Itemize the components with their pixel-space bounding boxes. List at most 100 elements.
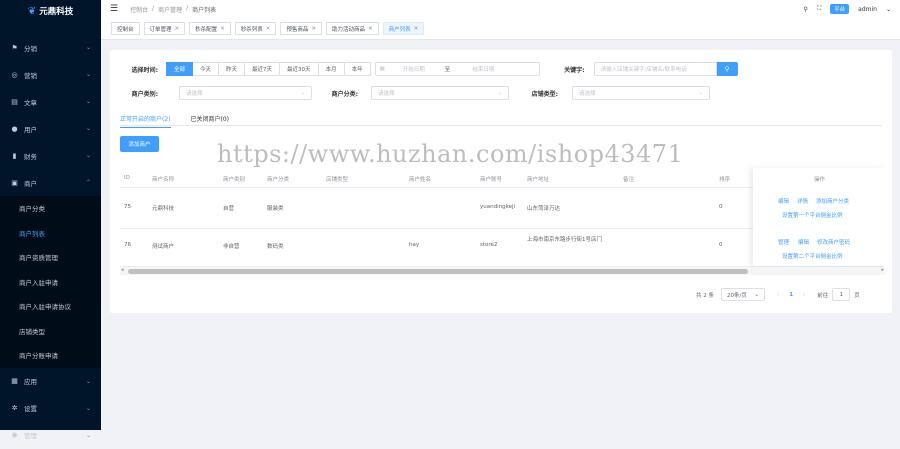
horizontal-scrollbar[interactable]: ◂ ▸ [120,267,885,275]
sidebar-item-distribution[interactable]: ⚑ 分销 ⌄ [0,34,101,61]
col-header: 排序 [719,177,731,183]
merchant-type-select[interactable]: 请选择 ⌄ [179,86,312,100]
commission-link[interactable]: 设置第二个平台佣金比例 [782,252,843,260]
range-year[interactable]: 本年 [344,62,371,76]
scroll-left-icon[interactable]: ◂ [121,267,124,273]
search-icon: ⚲ [724,65,730,73]
start-date[interactable]: 开始日期 [403,65,425,73]
goto-page-input[interactable]: 1 [832,288,851,301]
tag-merchant-list[interactable]: 商户列表 ✕ [382,22,425,35]
sidebar-item-merchant[interactable]: ▣ 商户 ⌃ [0,169,101,196]
store-type-select[interactable]: 请选择 ⌄ [572,86,710,100]
tag-console[interactable]: 控制台 [111,22,140,35]
cell-category: 数码类 [267,244,284,250]
detail-link[interactable]: 详情 [797,197,808,205]
submenu-item-active[interactable]: 商户列表 [0,221,101,246]
breadcrumb-item-current: 商户列表 [192,6,217,14]
tag-label: 秒杀配置 [195,26,218,33]
close-icon[interactable]: ✕ [311,26,316,32]
role-badge[interactable]: 平台 [830,4,850,14]
breadcrumb-item[interactable]: 商户管理 [158,5,182,14]
range-month[interactable]: 本月 [318,62,345,76]
commission-link[interactable]: 设置第一个平台佣金比例 [782,211,843,219]
category-select[interactable]: 请选择 ⌄ [371,86,509,100]
breadcrumb-item[interactable]: 控制台 [130,5,148,14]
cell-address: 山东菏泽万达 [527,206,561,212]
tag-seckill-list[interactable]: 秒杀列表 ✕ [234,22,277,35]
submenu-item[interactable]: 商户分账申请 [0,343,101,368]
edit-link[interactable]: 编辑 [778,197,789,205]
sidebar-item-finance[interactable]: ▮ 财务 ⌄ [0,142,101,169]
close-icon[interactable]: ✕ [266,26,271,32]
cell-type: 自营 [223,206,235,212]
range-7days[interactable]: 最近7天 [245,62,281,76]
submenu-item[interactable]: 商户入驻申请 [0,270,101,295]
submenu-item[interactable]: 商户分类 [0,196,101,221]
fullscreen-icon[interactable]: ⛶ [817,5,821,13]
prev-page-icon[interactable]: ‹ [777,292,779,298]
manage-link[interactable]: 管理 [778,238,789,246]
sidebar-item-article[interactable]: ▤ 文章 ⌄ [0,88,101,115]
next-page-icon[interactable]: › [803,292,805,298]
top-header: ☰ 控制台 / 商户管理 / 商户列表 ⚲ ⛶ 平台 admin ⌄ [101,0,900,18]
submenu-item[interactable]: 商户资质管理 [0,245,101,270]
close-icon[interactable]: ✕ [220,26,225,32]
cell-name: 元鼎科技 [152,206,175,212]
close-icon[interactable]: ✕ [414,26,419,32]
date-range-picker[interactable]: ▦ 开始日期 至 结束日期 [374,62,540,76]
scroll-right-icon[interactable]: ▸ [881,267,884,273]
edit-link[interactable]: 编辑 [798,238,809,246]
add-merchant-button[interactable]: 添加商户 [120,136,159,152]
chevron-down-icon: ⌄ [85,98,91,105]
close-icon[interactable]: ✕ [368,26,373,32]
scroll-thumb[interactable] [128,268,748,274]
sidebar-item-manage[interactable]: ◉ 管理 ⌄ [0,422,101,449]
col-header: ID [124,175,130,181]
end-date[interactable]: 结束日期 [472,65,494,73]
tag-seckill-config[interactable]: 秒杀配置 ✕ [189,22,231,35]
chevron-down-icon: ⌄ [85,71,91,78]
chevron-down-icon: ⌄ [85,404,91,412]
cell-id: 75 [124,204,131,210]
col-header: 商户名称 [152,177,175,183]
tags-view-bar: 控制台 订单管理 ✕ 秒杀配置 ✕ 秒杀列表 ✕ 预售商品 ✕ 助力活动商品 ✕ 商户列表… [101,18,900,40]
sidebar-item-apps[interactable]: ▦ 应用 ⌄ [0,368,101,395]
change-password-link[interactable]: 修改商户密码 [817,238,850,246]
keyword-input[interactable]: 请输入店铺关键字/店铺名/联系电话 [593,62,717,76]
submenu-item[interactable]: 店铺类型 [0,319,101,344]
menu-toggle-icon[interactable]: ☰ [110,4,118,14]
user-name[interactable]: admin [858,6,877,13]
tag-presale[interactable]: 预售商品 ✕ [280,22,323,35]
cell-address: 上海市南京东路步行街1号店门 [527,237,603,243]
sidebar-item-user[interactable]: ● 用户 ⌄ [0,115,101,142]
tag-assist[interactable]: 助力活动商品 ✕ [326,22,379,35]
range-30days[interactable]: 最近30天 [280,62,319,76]
sidebar-item-label: 设置 [24,405,37,413]
store-type-label: 店铺类型: [531,90,558,98]
range-today[interactable]: 今天 [193,62,220,76]
chevron-down-icon[interactable]: ⌄ [886,6,891,13]
page-size-select[interactable]: 20条/页 ⌄ [721,288,765,301]
search-button[interactable]: ⚲ [716,62,738,76]
date-separator: 至 [444,67,451,73]
range-yesterday[interactable]: 昨天 [219,62,246,76]
sidebar-item-label: 商户 [24,179,37,188]
sidebar-item-marketing[interactable]: ◎ 营销 ⌄ [0,61,101,88]
add-category-link[interactable]: 添加商户分类 [816,197,849,205]
calendar-icon: ▦ [379,66,385,72]
current-page[interactable]: 1 [789,292,793,298]
chevron-down-icon: ⌄ [85,125,91,132]
tag-orders[interactable]: 订单管理 ✕ [143,22,186,35]
range-all[interactable]: 全部 [166,62,194,76]
tag-label: 预售商品 [286,26,309,33]
chevron-down-icon: ⌄ [85,44,91,51]
search-icon[interactable]: ⚲ [804,6,808,13]
tag-label: 商户列表 [388,26,411,33]
chevron-down-icon: ⌄ [85,377,91,385]
close-icon[interactable]: ✕ [175,26,180,32]
submenu-item[interactable]: 商户入驻申请协议 [0,294,101,319]
time-range-group: 全部 今天 昨天 最近7天 最近30天 本月 本年 [166,62,371,76]
sidebar-item-settings[interactable]: ✲ 设置 ⌄ [0,395,101,422]
time-filter-label: 选择时间: [131,66,158,74]
brand-logo[interactable]: ❦ 元鼎科技 [0,0,101,22]
